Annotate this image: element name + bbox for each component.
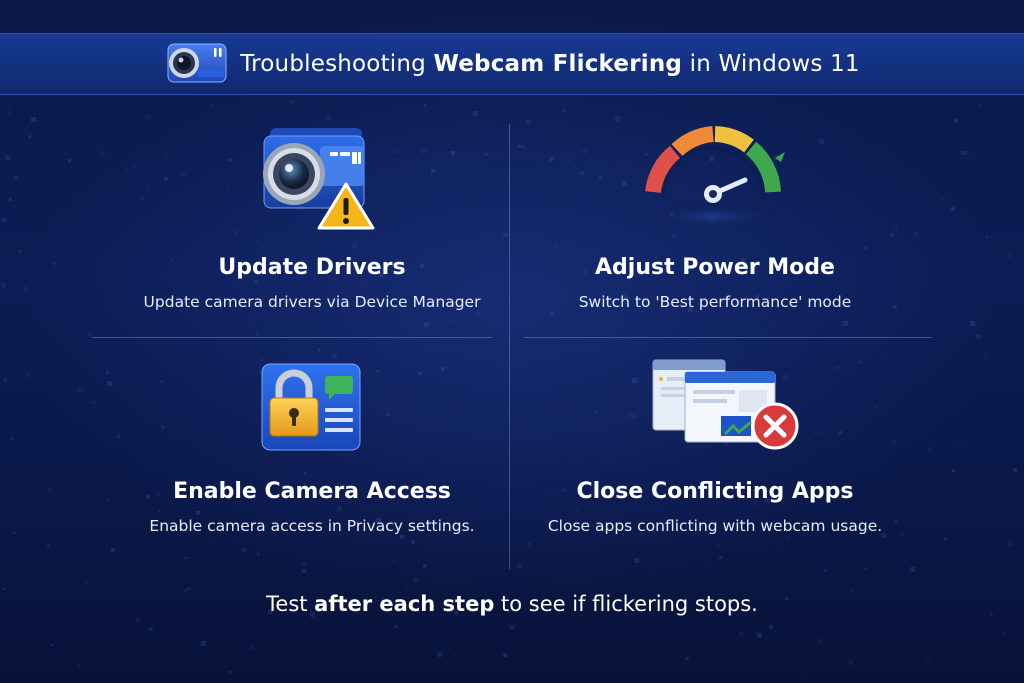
footer-suffix: to see if flickering stops. xyxy=(494,592,758,616)
step-description: Update camera drivers via Device Manager xyxy=(143,293,481,311)
performance-gauge-icon xyxy=(645,126,785,226)
step-title: Enable Camera Access xyxy=(173,479,451,504)
step-card-update-drivers: Update Drivers Update camera drivers via… xyxy=(102,122,522,313)
grid-divider-right xyxy=(524,337,932,338)
footer-bold: after each step xyxy=(314,592,495,616)
step-description: Switch to 'Best performance' mode xyxy=(578,293,852,311)
grid-divider-left xyxy=(92,337,492,338)
step-description: Close apps conflicting with webcam usage… xyxy=(547,517,883,535)
step-description: Enable camera access in Privacy settings… xyxy=(149,517,475,535)
webcam-icon xyxy=(167,43,227,83)
page-title: Troubleshooting Webcam Flickering in Win… xyxy=(240,51,859,77)
title-prefix: Troubleshooting xyxy=(240,51,434,77)
background-pattern xyxy=(1,100,1024,676)
close-apps-icon xyxy=(652,359,799,450)
header-bar: Troubleshooting Webcam Flickering in Win… xyxy=(0,33,1024,95)
step-title: Update Drivers xyxy=(218,255,406,280)
privacy-lock-icon xyxy=(261,363,361,451)
step-card-close-conflicting-apps: Close Conflicting Apps Close apps confli… xyxy=(505,356,925,537)
title-bold: Webcam Flickering xyxy=(433,51,683,77)
title-suffix: in Windows 11 xyxy=(682,51,860,77)
step-card-adjust-power-mode: Adjust Power Mode Switch to 'Best perfor… xyxy=(505,122,925,313)
step-title: Close Conflicting Apps xyxy=(576,479,854,504)
step-card-enable-camera-access: Enable Camera Access Enable camera acces… xyxy=(102,356,522,537)
footer-note: Test after each step to see if flickerin… xyxy=(0,592,1024,616)
footer-prefix: Test xyxy=(266,592,315,616)
step-title: Adjust Power Mode xyxy=(595,255,835,280)
webcam-warning-icon xyxy=(263,128,375,230)
